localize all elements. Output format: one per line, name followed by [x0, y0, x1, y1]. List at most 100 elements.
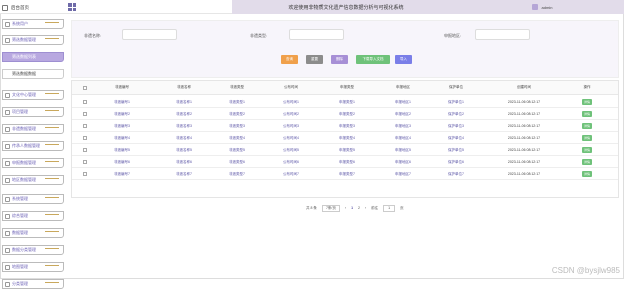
sidebar-item[interactable]: 地区数据管理 — [2, 175, 64, 185]
sidebar-item-label: 传承人数据管理 — [12, 143, 40, 148]
table-cell: 非遗编号2 — [102, 109, 142, 119]
sidebar-item-label: 综合管理 — [12, 213, 28, 218]
sidebar-item[interactable]: 数据管理 — [2, 228, 64, 238]
search-input[interactable] — [475, 29, 530, 40]
decorative-rule — [45, 127, 59, 128]
sidebar-item[interactable]: 筛选数据管理 — [2, 35, 64, 45]
table-cell: 非遗名称5 — [164, 145, 204, 155]
detail-button[interactable]: 详情 — [581, 171, 592, 177]
table-cell: 申报地区1 — [383, 97, 423, 107]
detail-button-cell[interactable]: 详情 — [572, 169, 602, 179]
sidebar-item[interactable]: 筛选数据列表 — [2, 52, 64, 62]
checkbox[interactable] — [83, 112, 87, 116]
sidebar-item[interactable]: 文化中心管理 — [2, 90, 64, 100]
search-input[interactable] — [122, 29, 177, 40]
user-menu[interactable]: admin — [460, 0, 624, 14]
detail-button-cell[interactable]: 详情 — [572, 121, 602, 131]
detail-button[interactable]: 详情 — [581, 147, 592, 153]
decorative-rule — [45, 197, 59, 198]
data-table: 非遗编号 非遗名称 非遗类型 公布时间 申报类型 申报地区 保护单位 创建时间 操作 非遗编号1… — [71, 80, 619, 198]
row-checkbox-cell[interactable] — [80, 121, 90, 131]
cell-text: 非遗类型1 — [229, 99, 245, 104]
column-header: 申报类型 — [340, 85, 354, 89]
checkbox[interactable] — [83, 100, 87, 104]
cell-text: 申报地区2 — [395, 111, 411, 116]
action-button[interactable]: 删除 — [331, 55, 348, 64]
sidebar-item-label: 筛选数据管理 — [12, 37, 36, 42]
detail-button-cell[interactable]: 详情 — [572, 97, 602, 107]
table-cell: 保护单位7 — [436, 169, 476, 179]
detail-button[interactable]: 详情 — [581, 99, 592, 105]
table-cell: 2023-11-06 08:12:17 — [494, 169, 554, 179]
menu-item-icon — [5, 22, 10, 27]
checkbox[interactable] — [83, 85, 87, 90]
column-header: 非遗编号 — [115, 85, 129, 89]
action-button[interactable]: 导入 — [395, 55, 412, 64]
sidebar-item[interactable]: 系统管理 — [2, 194, 64, 204]
next-page-button[interactable]: › — [365, 206, 366, 210]
detail-button[interactable]: 详情 — [581, 111, 592, 117]
cell-text: 非遗编号2 — [114, 111, 130, 116]
cell-text: 非遗名称6 — [176, 159, 192, 164]
row-checkbox-cell[interactable] — [80, 157, 90, 167]
table-cell: 非遗类型3 — [217, 121, 257, 131]
detail-button[interactable]: 详情 — [581, 159, 592, 165]
checkbox[interactable] — [83, 160, 87, 164]
sidebar-item[interactable]: 系统用户 — [2, 19, 64, 29]
row-checkbox-cell[interactable] — [80, 97, 90, 107]
sidebar-item-label: 文化中心管理 — [12, 92, 36, 97]
sidebar-item[interactable]: 非遗数据管理 — [2, 124, 64, 134]
table-cell: 公布时间6 — [271, 157, 311, 167]
cell-text: 申报类型5 — [339, 147, 355, 152]
detail-button-cell[interactable]: 详情 — [572, 157, 602, 167]
page-1-button[interactable]: 1 — [351, 206, 353, 210]
decorative-rule — [45, 248, 59, 249]
sidebar-item[interactable]: 地图管理 — [2, 262, 64, 272]
cell-text: 非遗名称7 — [176, 171, 192, 176]
cell-text: 申报类型4 — [339, 135, 355, 140]
action-button[interactable]: 重置 — [306, 55, 323, 64]
page-2-button[interactable]: 2 — [358, 206, 360, 210]
cell-text: 非遗类型3 — [229, 123, 245, 128]
main-content: 非遗名称: 非遗类型: 申报地区: 查询 重置 删除 下载导入文档 导入 非遗编号 非遗名称 非遗… — [66, 14, 624, 279]
detail-button[interactable]: 详情 — [581, 123, 592, 129]
cell-text: 公布时间5 — [283, 147, 299, 152]
row-checkbox-cell[interactable] — [80, 169, 90, 179]
sidebar: 系统用户筛选数据管理筛选数据列表 筛选数据数据文化中心管理项目管理非遗数据管理传承… — [0, 14, 66, 289]
menu-toggle-icon[interactable] — [68, 3, 76, 11]
menu-item-icon — [5, 38, 10, 43]
sidebar-item[interactable]: 筛选数据数据 — [2, 69, 64, 79]
table-cell: 非遗编号6 — [102, 157, 142, 167]
sidebar-item[interactable]: 数据分类管理 — [2, 245, 64, 255]
cell-text: 非遗编号1 — [114, 99, 130, 104]
menu-item-icon — [5, 214, 10, 219]
row-checkbox-cell[interactable] — [80, 145, 90, 155]
detail-button[interactable]: 详情 — [581, 135, 592, 141]
sidebar-item[interactable]: 项目管理 — [2, 107, 64, 117]
home-label: 后台首页 — [11, 4, 29, 10]
search-field-label: 非遗类型: — [250, 33, 268, 38]
detail-button-cell[interactable]: 详情 — [572, 133, 602, 143]
home-link[interactable]: 后台首页 — [2, 2, 62, 13]
sidebar-item[interactable]: 传承人数据管理 — [2, 141, 64, 151]
prev-page-button[interactable]: ‹ — [345, 206, 346, 210]
page-size-select[interactable]: 7条/页 — [321, 204, 340, 212]
row-checkbox-cell[interactable] — [80, 133, 90, 143]
action-button[interactable]: 下载导入文档 — [356, 55, 390, 64]
goto-input[interactable]: 1 — [383, 204, 396, 212]
checkbox[interactable] — [83, 148, 87, 152]
checkbox[interactable] — [83, 124, 87, 128]
row-checkbox-cell[interactable] — [80, 109, 90, 119]
checkbox[interactable] — [83, 136, 87, 140]
search-input[interactable] — [289, 29, 344, 40]
cell-text: 申报地区7 — [395, 171, 411, 176]
select-all-checkbox-cell[interactable] — [80, 81, 90, 94]
checkbox[interactable] — [83, 172, 87, 176]
sidebar-item[interactable]: 综合管理 — [2, 211, 64, 221]
detail-button-cell[interactable]: 详情 — [572, 145, 602, 155]
cell-text: 公布时间2 — [283, 111, 299, 116]
action-button[interactable]: 查询 — [281, 55, 298, 64]
detail-button-cell[interactable]: 详情 — [572, 109, 602, 119]
sidebar-item[interactable]: 申报数据管理 — [2, 158, 64, 168]
sidebar-item[interactable]: 分类管理 — [2, 279, 64, 289]
